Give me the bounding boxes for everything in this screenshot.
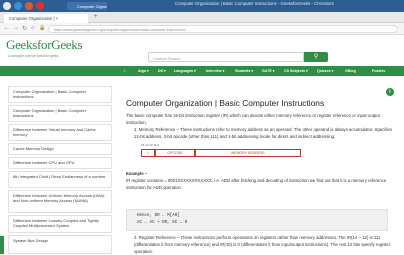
- sidebar-item[interactable]: Difference between Loosely Coupled and T…: [8, 215, 112, 233]
- sidebar-item[interactable]: Cache Memory Design: [8, 143, 112, 155]
- sidebar-item[interactable]: System Bus Design: [8, 235, 112, 254]
- intro-paragraph: The basic computer has 16-bit instructio…: [126, 113, 380, 125]
- info-badge-icon[interactable]: i: [386, 88, 394, 96]
- nav-item-gate[interactable]: GATE ▾: [262, 69, 275, 73]
- lock-icon: 🔒: [39, 24, 46, 31]
- tab-strip: Computer Organization | ×: [0, 12, 404, 23]
- example-label: Example –: [126, 171, 148, 176]
- nav-item-students[interactable]: Students ▾: [235, 69, 253, 73]
- search-input[interactable]: Custom Search: [148, 52, 304, 62]
- tab-title: Computer Organization | ×: [9, 16, 59, 21]
- sidebar-item[interactable]: Difference between Uniform Memory Access…: [8, 190, 112, 213]
- browser-icon[interactable]: [14, 2, 22, 10]
- cell-memory-address: MEMORY ADDRESS: [195, 149, 301, 157]
- nav-item-interview[interactable]: Interview ▾: [206, 69, 224, 73]
- browser-tab[interactable]: Computer Organization | ×: [4, 14, 88, 23]
- bit-positions: 15 14 12 11 0: [141, 143, 160, 147]
- files-icon[interactable]: [25, 2, 33, 10]
- main-nav: ⌂ Algo ▾ DS ▾ Languages ▾ Interview ▾ St…: [0, 66, 404, 76]
- site-tagline: A computer science portal for geeks: [8, 54, 59, 58]
- sidebar-item[interactable]: Difference between CPU and GPU: [8, 157, 112, 169]
- nav-item-languages[interactable]: Languages ▾: [174, 69, 196, 73]
- forward-icon[interactable]: →: [13, 25, 19, 31]
- reload-icon[interactable]: ↻: [22, 25, 27, 32]
- related-articles-sidebar: Computer Organization | Basic Computer I…: [8, 86, 112, 254]
- os-top-bar: Computer Organiz... Computer Organizatio…: [0, 0, 404, 12]
- nav-home-icon[interactable]: ⌂: [123, 68, 126, 73]
- nav-item-puzzles[interactable]: Puzzles: [372, 69, 385, 73]
- cell-i: I: [141, 149, 155, 157]
- terminal-icon[interactable]: [36, 2, 44, 10]
- memory-reference-paragraph: 1. Memory Reference – These instructions…: [134, 127, 393, 139]
- window-title: Computer Organization | Basic Computer I…: [175, 1, 334, 6]
- sidebar-item[interactable]: Difference between Virtual memory and Ca…: [8, 124, 112, 141]
- code-block: Hence, DR ← M[AR] AC ← AC + DR, SC ← 0: [126, 209, 388, 231]
- taskbar-window-button[interactable]: Computer Organiz...: [67, 2, 107, 10]
- feedback-tab[interactable]: [0, 236, 4, 254]
- sidebar-item[interactable]: 8th Integrated Ciruit | Deep Endianness …: [8, 171, 112, 188]
- nav-item-ds[interactable]: DS ▾: [158, 69, 166, 73]
- nav-item-gblog[interactable]: GBlog: [345, 69, 356, 73]
- search-icon: ⚲: [313, 54, 319, 60]
- site-logo[interactable]: GeeksforGeeks: [6, 37, 83, 53]
- address-bar-row: ← → ↻ ⌂ 🔒 https://www.geeksforgeeks.org/…: [0, 23, 404, 35]
- back-icon[interactable]: ←: [4, 25, 10, 31]
- apps-icon[interactable]: [3, 2, 11, 10]
- nav-item-algo[interactable]: Algo ▾: [138, 69, 149, 73]
- sidebar-item[interactable]: Computer Organization | Basic Computer I…: [8, 105, 112, 122]
- search-button[interactable]: ⚲: [304, 52, 328, 62]
- url-input[interactable]: https://www.geeksforgeeks.org/computer-o…: [48, 25, 398, 33]
- new-tab-button[interactable]: +: [94, 14, 98, 20]
- example-text: IR register contains = 0001XXXXXXXXXXXX,…: [126, 178, 387, 190]
- nav-item-quizzes[interactable]: Quizzes ▾: [317, 69, 333, 73]
- article-title: Computer Organization | Basic Computer I…: [126, 98, 325, 108]
- site-header: GeeksforGeeks A computer science portal …: [0, 35, 404, 65]
- nav-item-cs-subjects[interactable]: CS Subjects ▾: [284, 69, 308, 73]
- register-reference-paragraph: 2. Register Reference – These instructio…: [134, 235, 391, 254]
- sidebar-item[interactable]: Computer Organization | Basic Computer I…: [8, 86, 112, 103]
- home-icon[interactable]: ⌂: [31, 25, 34, 31]
- cell-opcode: OPCODE: [155, 149, 195, 157]
